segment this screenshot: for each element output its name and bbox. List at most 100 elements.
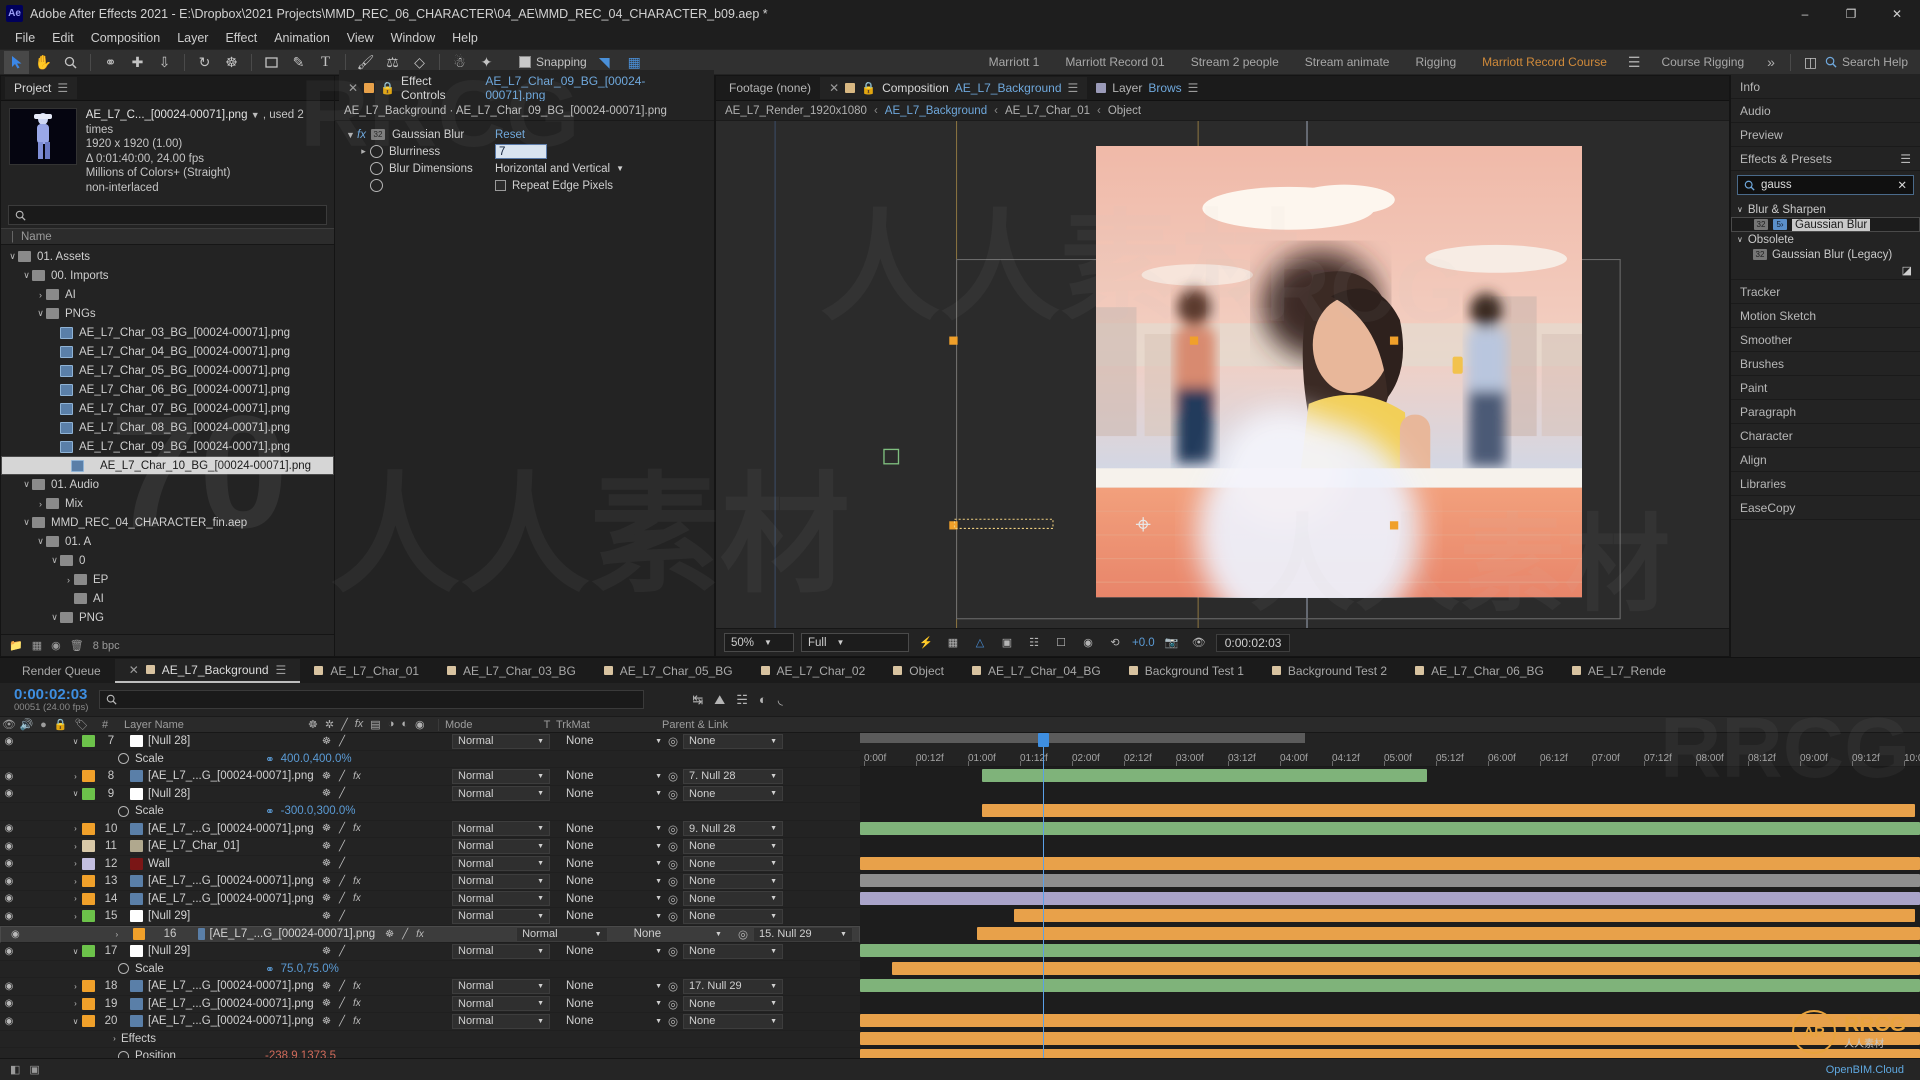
timeline-tab-object[interactable]: Object [879,660,958,682]
layer-label-color[interactable] [82,980,95,993]
chevron-down-icon[interactable]: ▼ [655,1000,662,1007]
layer-visibility-icon[interactable]: ◉ [0,841,18,852]
property-value[interactable]: -300.0,300.0% [281,805,356,817]
menu-file[interactable]: File [7,29,43,47]
switch-fx-icon[interactable]: fx [353,823,361,834]
switch-3d-icon[interactable]: ☸ [322,998,331,1009]
grid-guides-icon[interactable]: ☷ [1024,633,1044,652]
chevron-down-icon[interactable]: ▼ [537,948,544,955]
menu-effect[interactable]: Effect [217,29,265,47]
layer-mode-select[interactable]: Normal ▼ [452,733,550,749]
layer-visibility-icon[interactable]: ◉ [0,876,18,887]
layer-name[interactable]: [Null 28] [148,788,190,800]
layer-parent-select[interactable]: 7. Null 28 ▼ [683,768,784,784]
show-masks-icon[interactable]: ▣ [997,633,1017,652]
switch-3d-icon[interactable]: ☸ [322,788,331,799]
layer-name[interactable]: [Null 29] [148,945,190,957]
fast-previews-icon[interactable]: ⚡ [916,633,936,652]
hide-shy-layers-icon[interactable]: ☵ [736,692,748,708]
twirl-down-icon[interactable]: ∨ [21,517,32,528]
layer-trkmat-select[interactable]: None ▼ [550,788,668,800]
chevron-down-icon[interactable]: ▼ [655,825,662,832]
switch-effects-icon[interactable]: ╱ [339,981,345,992]
twirl-down-icon[interactable]: ∨ [69,737,82,746]
layer-trkmat-select[interactable]: None ▼ [550,770,668,782]
hamburger-icon[interactable]: ☰ [276,663,287,677]
work-area-bar[interactable] [860,733,1306,743]
layer-visibility-icon[interactable]: ◉ [0,911,18,922]
layer-visibility-icon[interactable]: ◉ [0,823,18,834]
reset-button[interactable]: Reset [495,129,525,141]
layer-parent-select[interactable]: None ▼ [683,996,784,1012]
layer-label-color[interactable] [82,840,95,853]
layer-trkmat-select[interactable]: None ▼ [550,893,668,905]
layer-parent-select[interactable]: 17. Null 29 ▼ [683,978,784,994]
timeline-tab-ae-l7-char-05-bg[interactable]: AE_L7_Char_05_BG [590,660,747,682]
layer-parent-select[interactable]: None ▼ [683,838,784,854]
layer-label-color[interactable] [82,735,95,748]
hand-tool-icon[interactable]: ✋ [31,51,56,74]
layer-label-color[interactable] [82,875,95,888]
project-tree-item[interactable]: ∨ 01. A [1,532,334,551]
layer-parent-select[interactable]: 15. Null 29 ▼ [752,926,853,942]
switch-3d-icon[interactable]: ☸ [322,771,331,782]
anchor-point-tool-icon[interactable]: ☸ [219,51,244,74]
chevron-down-icon[interactable]: ▼ [770,1000,777,1007]
table-row[interactable]: ◉ ∨ 20 [AE_L7_...G_[00024-00071].png ☸ ╱ fx Nor… [0,1013,860,1031]
layer-trkmat-select[interactable]: None ▼ [550,823,668,835]
twirl-right-icon[interactable]: › [69,824,82,833]
layer-mode-select[interactable]: Normal ▼ [452,978,550,994]
parent-pickwhip-icon[interactable]: ◎ [668,857,678,871]
resolution-select[interactable]: Full ▼ [801,633,909,652]
switch-fx-icon[interactable]: fx [353,893,361,904]
layer-visibility-icon[interactable]: ◉ [0,998,18,1009]
hamburger-icon[interactable]: ☰ [1188,81,1199,95]
breadcrumb-ae-l7-render-1920x1080[interactable]: AE_L7_Render_1920x1080 [725,105,867,117]
toggle-mask-paths-icon[interactable]: ☐ [1051,633,1071,652]
project-tree-item[interactable]: ∨ PNG [1,608,334,627]
layer-duration-bar[interactable] [976,926,1920,940]
layer-name[interactable]: [AE_L7_...G_[00024-00071].png [210,928,376,940]
layer-name[interactable]: [Null 28] [148,735,190,747]
chevron-down-icon[interactable]: ▼ [770,843,777,850]
layer-duration-bar[interactable] [981,769,1428,782]
layer-trkmat-select[interactable]: None ▼ [550,998,668,1010]
switch-3d-icon[interactable]: ☸ [322,981,331,992]
pan-tool-icon[interactable]: ✚ [125,51,150,74]
comp-tab-footage-none-[interactable]: Footage (none) [720,77,820,99]
project-search-input[interactable] [8,205,327,225]
project-tree-item[interactable]: › EP [1,570,334,589]
twirl-down-icon[interactable]: ∨ [35,308,46,319]
parent-pickwhip-icon[interactable]: ◎ [668,997,678,1011]
lock-icon[interactable]: 🔒 [861,81,876,95]
close-icon[interactable]: ✕ [348,81,358,95]
dock-section-align[interactable]: Align [1731,448,1920,472]
layer-name[interactable]: [Null 29] [148,910,190,922]
workspace-more-button[interactable]: » [1759,54,1783,70]
workspace-tab-marriott-1[interactable]: Marriott 1 [976,52,1053,72]
region-of-interest-icon[interactable]: △ [970,633,990,652]
twirl-right-icon[interactable]: › [69,859,82,868]
switch-effects-icon[interactable]: ╱ [339,998,345,1009]
switch-effects-icon[interactable]: ╱ [339,788,345,799]
switch-3d-icon[interactable]: ☸ [322,893,331,904]
chevron-down-icon[interactable]: ▼ [770,825,777,832]
parent-pickwhip-icon[interactable]: ◎ [668,769,678,783]
switch-effects-icon[interactable]: ╱ [339,893,345,904]
toggle-switches-modes-icon[interactable]: ◧ [10,1063,20,1076]
layer-name[interactable]: [AE_L7_Char_01] [148,840,239,852]
property-row-blur-dimensions[interactable]: Blur Dimensions Horizontal and Vertical … [335,160,714,177]
layer-duration-bar[interactable] [860,979,1920,992]
parent-pickwhip-icon[interactable]: ◎ [668,979,678,993]
timeline-tab-ae-l7-background[interactable]: ✕ AE_L7_Background ☰ [114,658,301,683]
exposure-value[interactable]: +0.0 [1132,637,1155,649]
chevron-down-icon[interactable]: ▼ [840,931,847,938]
project-tree-item[interactable]: ∨ 01. Audio [1,475,334,494]
timeline-track-area[interactable]: 0:00f 00:12f 01:00f 01:12f 02:00f 02:12f 03:00… [860,733,1920,1058]
table-row[interactable]: ◉ › 14 [AE_L7_...G_[00024-00071].png ☸ ╱ fx Nor… [0,891,860,908]
dock-section-smoother[interactable]: Smoother [1731,328,1920,352]
chevron-down-icon[interactable]: ▼ [770,983,777,990]
blurriness-value-input[interactable]: 7 [495,144,547,159]
dock-section-audio[interactable]: Audio [1731,99,1920,123]
dock-section-character[interactable]: Character [1731,424,1920,448]
